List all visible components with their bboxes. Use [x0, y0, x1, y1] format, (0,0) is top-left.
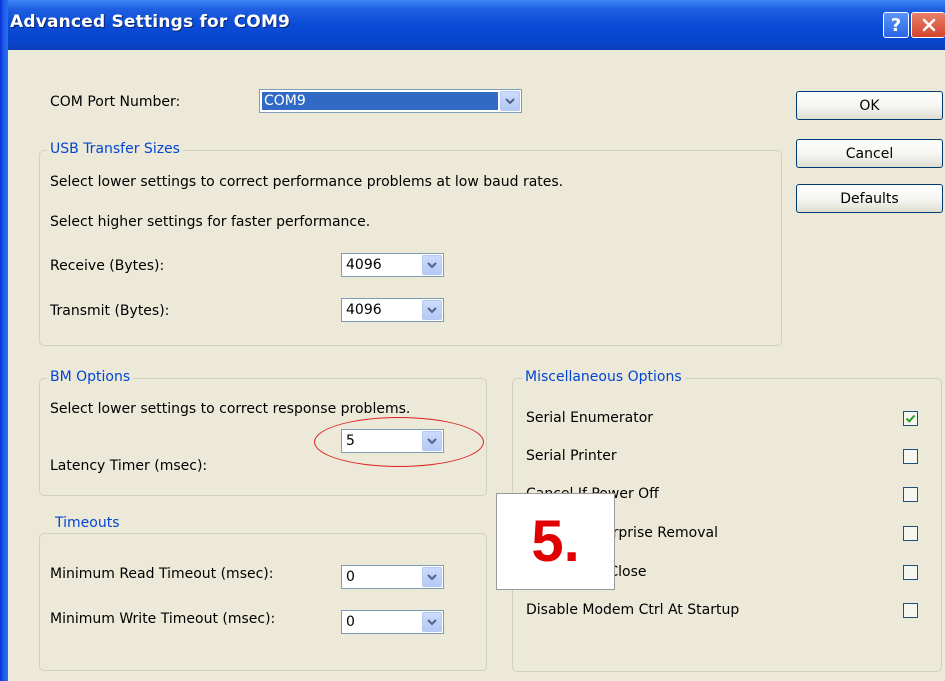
ok-button[interactable]: OK: [796, 91, 943, 120]
title-bar[interactable]: Advanced Settings for COM9 ?: [0, 0, 945, 50]
misc-option-label: Serial Enumerator: [526, 410, 654, 426]
dropdown-button[interactable]: [422, 612, 442, 632]
chevron-down-icon: [427, 261, 437, 268]
question-mark-icon: ?: [890, 14, 902, 36]
misc-group-legend: Miscellaneous Options: [522, 369, 685, 385]
help-button[interactable]: ?: [883, 12, 909, 38]
checkmark-icon: [905, 414, 916, 423]
close-icon: [922, 18, 935, 32]
usb-info-line-1: Select lower settings to correct perform…: [50, 174, 564, 190]
receive-value: 4096: [346, 257, 382, 273]
min-read-timeout-value: 0: [346, 569, 355, 585]
latency-highlight-ellipse: [314, 417, 484, 467]
timeouts-group-legend: Timeouts: [52, 515, 123, 531]
dropdown-button[interactable]: [422, 567, 442, 587]
min-write-timeout-label: Minimum Write Timeout (msec):: [50, 611, 276, 627]
advanced-settings-dialog: Advanced Settings for COM9 ? COM Port Nu…: [0, 0, 945, 681]
window-left-border: [0, 0, 8, 681]
step-annotation-box: 5.: [496, 493, 615, 590]
chevron-down-icon: [427, 306, 437, 313]
com-port-value: COM9: [262, 92, 498, 110]
min-read-timeout-label: Minimum Read Timeout (msec):: [50, 566, 274, 582]
dropdown-button[interactable]: [422, 300, 442, 320]
misc-option-label: Serial Printer: [526, 448, 617, 464]
bm-info-line: Select lower settings to correct respons…: [50, 401, 411, 417]
chevron-down-icon: [427, 618, 437, 625]
bm-group-legend: BM Options: [47, 369, 134, 385]
usb-group-legend: USB Transfer Sizes: [47, 141, 183, 157]
com-port-label: COM Port Number:: [50, 94, 181, 110]
transmit-label: Transmit (Bytes):: [50, 303, 170, 319]
chevron-down-icon: [427, 573, 437, 580]
receive-label: Receive (Bytes):: [50, 258, 165, 274]
serial-enumerator-checkbox[interactable]: [903, 411, 918, 426]
step-number-label: 5.: [531, 509, 580, 574]
window-title: Advanced Settings for COM9: [10, 12, 291, 32]
event-on-surprise-removal-checkbox[interactable]: [903, 526, 918, 541]
receive-select[interactable]: 4096: [341, 253, 444, 277]
cancel-button[interactable]: Cancel: [796, 139, 943, 168]
min-write-timeout-select[interactable]: 0: [341, 610, 444, 634]
timeouts-group: [39, 533, 487, 671]
transmit-select[interactable]: 4096: [341, 298, 444, 322]
usb-info-line-2: Select higher settings for faster perfor…: [50, 214, 371, 230]
chevron-down-icon: [505, 97, 515, 104]
com-port-select[interactable]: COM9: [259, 89, 522, 113]
latency-label: Latency Timer (msec):: [50, 458, 208, 474]
defaults-button[interactable]: Defaults: [796, 184, 943, 213]
set-rts-on-close-checkbox[interactable]: [903, 565, 918, 580]
cancel-if-power-off-checkbox[interactable]: [903, 487, 918, 502]
transmit-value: 4096: [346, 302, 382, 318]
disable-modem-ctrl-checkbox[interactable]: [903, 603, 918, 618]
min-read-timeout-select[interactable]: 0: [341, 565, 444, 589]
serial-printer-checkbox[interactable]: [903, 449, 918, 464]
misc-option-label: Disable Modem Ctrl At Startup: [526, 602, 740, 618]
min-write-timeout-value: 0: [346, 614, 355, 630]
close-button[interactable]: [911, 12, 945, 38]
dropdown-button[interactable]: [500, 91, 520, 111]
dropdown-button[interactable]: [422, 255, 442, 275]
